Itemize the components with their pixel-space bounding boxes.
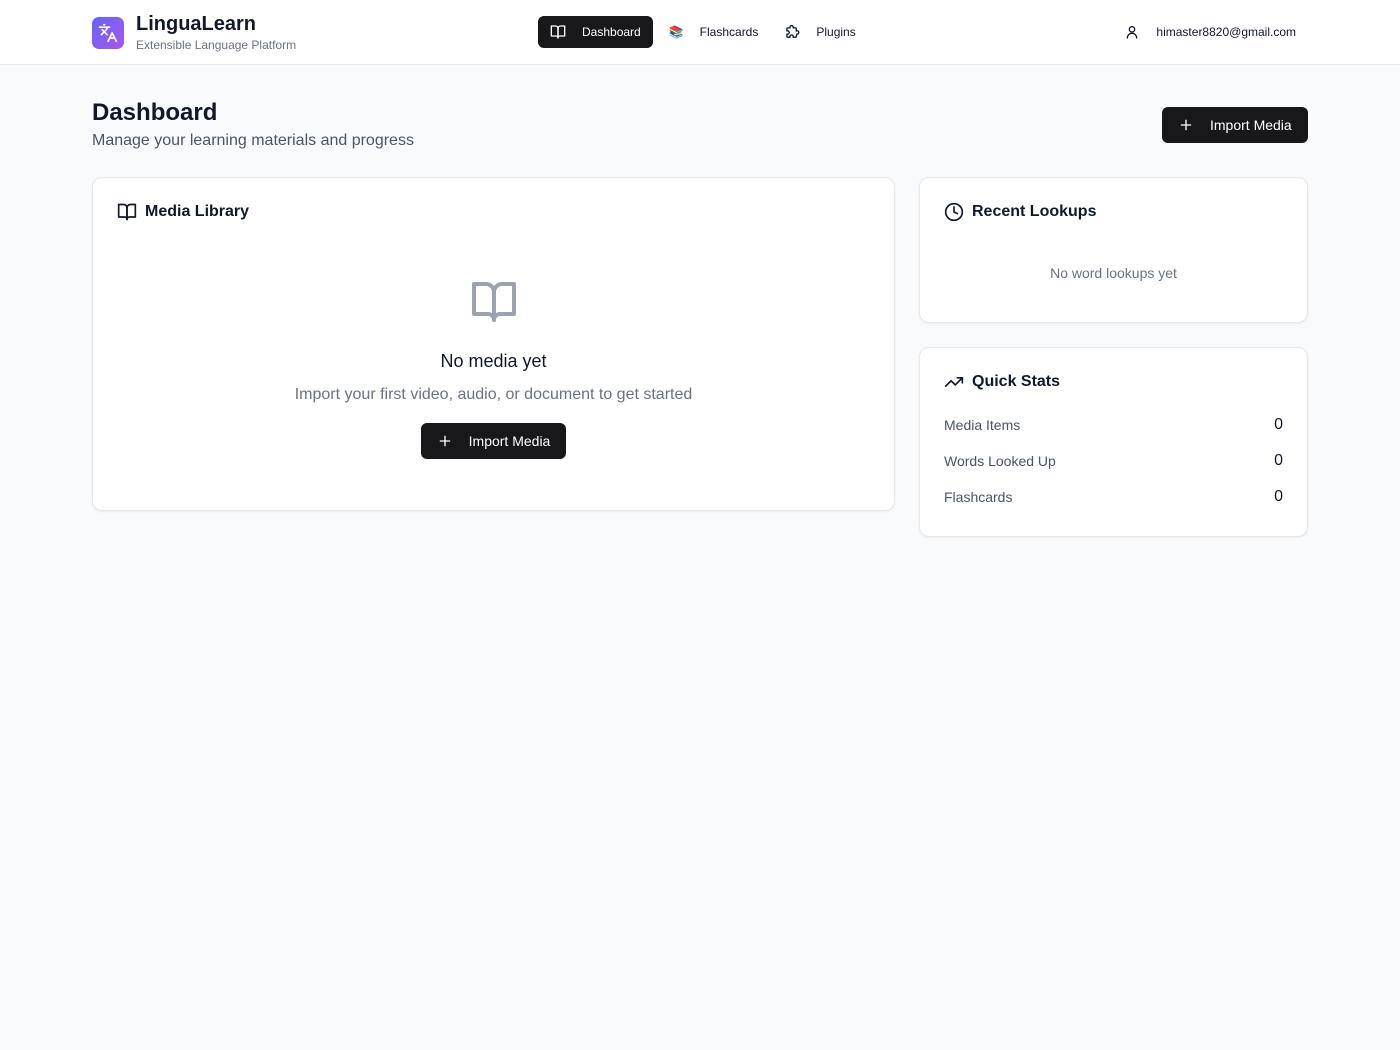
media-library-title: Media Library: [145, 203, 250, 220]
book-open-icon: [470, 278, 518, 326]
stat-label: Words Looked Up: [944, 453, 1056, 469]
lookups-empty-text: No word lookups yet: [1050, 265, 1177, 281]
user-menu[interactable]: himaster8820@gmail.com: [1124, 16, 1296, 48]
plus-icon: [437, 433, 453, 449]
stat-label: Flashcards: [944, 489, 1013, 505]
quick-stats-title: Quick Stats: [972, 373, 1061, 390]
media-library-card: Media Library No media yet Import your f…: [92, 177, 895, 511]
nav-dashboard-label: Dashboard: [582, 25, 641, 39]
media-library-heading: Media Library: [117, 202, 249, 222]
recent-lookups-heading: Recent Lookups: [944, 202, 1096, 222]
translate-icon: [92, 16, 124, 49]
main-nav: Dashboard 📚 Flashcards Plugins: [538, 16, 868, 48]
media-empty-state: No media yet Import your first video, au…: [93, 278, 894, 459]
brand-title: LinguaLearn: [136, 13, 257, 35]
nav-flashcards-label: Flashcards: [699, 25, 759, 39]
puzzle-icon: [784, 24, 800, 40]
empty-title: No media yet: [440, 351, 547, 371]
book-open-icon: [550, 24, 566, 40]
brand-subtitle: Extensible Language Platform: [136, 38, 297, 52]
quick-stats-heading: Quick Stats: [944, 372, 1060, 392]
nav-flashcards[interactable]: 📚 Flashcards: [653, 16, 773, 48]
import-media-empty-label: Import Media: [468, 433, 551, 449]
empty-subtitle: Import your first video, audio, or docum…: [294, 386, 693, 403]
stat-value: 0: [1274, 416, 1283, 433]
top-navigation-bar: LinguaLearn Extensible Language Platform…: [0, 0, 1400, 65]
nav-dashboard[interactable]: Dashboard: [538, 16, 653, 48]
import-media-button[interactable]: Import Media: [1162, 107, 1308, 143]
user-icon: [1124, 24, 1140, 40]
recent-lookups-title: Recent Lookups: [972, 203, 1097, 220]
stat-label: Media Items: [944, 417, 1021, 433]
stat-value: 0: [1274, 488, 1283, 505]
nav-plugins[interactable]: Plugins: [772, 16, 867, 48]
stat-row-media-items: Media Items 0: [944, 416, 1283, 434]
stat-row-words-looked-up: Words Looked Up 0: [944, 452, 1283, 470]
user-email: himaster8820@gmail.com: [1156, 25, 1296, 39]
quick-stats-card: Quick Stats Media Items 0 Words Looked U…: [919, 347, 1308, 537]
books-icon: 📚: [668, 25, 684, 39]
stat-value: 0: [1274, 452, 1283, 469]
nav-plugins-label: Plugins: [816, 25, 856, 39]
page-title: Dashboard: [92, 99, 218, 126]
trending-up-icon: [944, 372, 964, 392]
plus-icon: [1178, 117, 1194, 133]
import-media-empty-button[interactable]: Import Media: [420, 423, 567, 459]
stat-row-flashcards: Flashcards 0: [944, 488, 1283, 506]
import-media-label: Import Media: [1210, 117, 1292, 133]
clock-icon: [944, 202, 964, 222]
brand[interactable]: LinguaLearn Extensible Language Platform: [92, 12, 296, 53]
page-subtitle: Manage your learning materials and progr…: [92, 132, 414, 149]
recent-lookups-card: Recent Lookups No word lookups yet: [919, 177, 1308, 323]
book-open-icon: [117, 202, 137, 222]
